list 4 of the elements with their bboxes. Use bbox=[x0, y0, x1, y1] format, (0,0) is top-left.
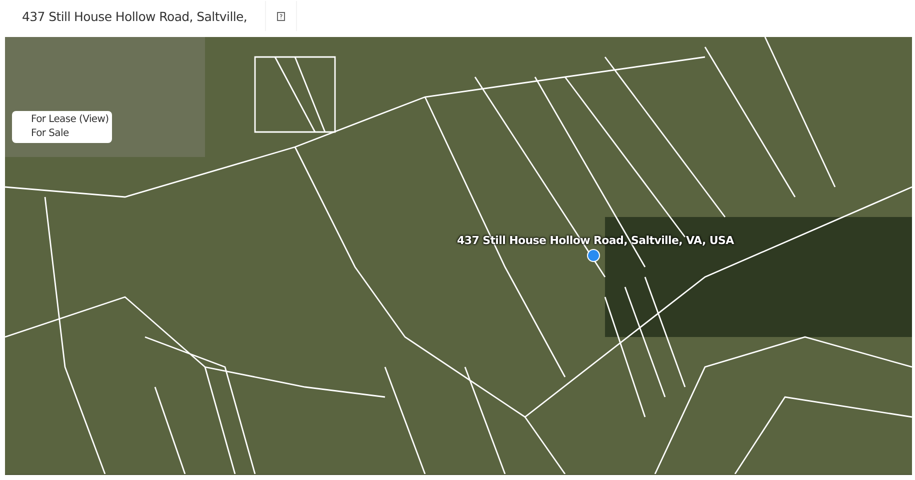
broken-image-icon bbox=[265, 1, 298, 31]
address-title: 437 Still House Hollow Road, Saltville, bbox=[22, 8, 248, 24]
legend-item[interactable]: For Sale bbox=[31, 128, 112, 139]
legend-item[interactable]: For Lease (View) bbox=[31, 114, 112, 125]
